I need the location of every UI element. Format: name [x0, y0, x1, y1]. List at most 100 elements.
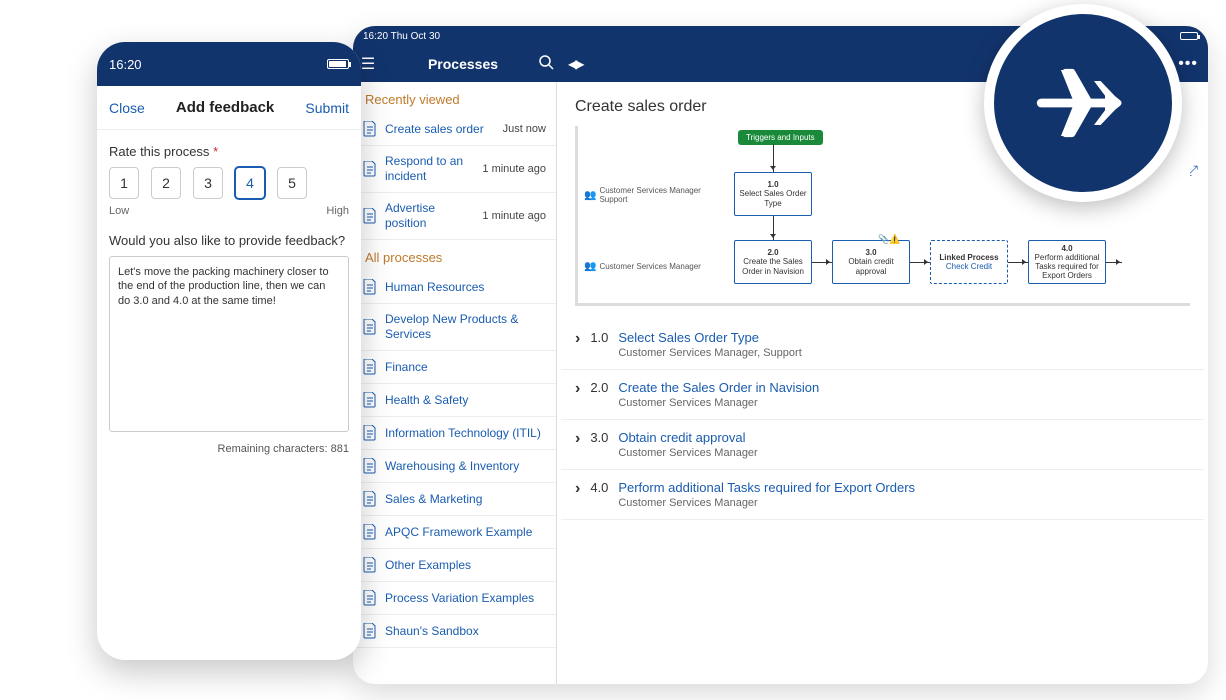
phone-device: 16:20 Close Add feedback Submit Rate thi…	[97, 42, 361, 660]
process-item-label: Develop New Products & Services	[385, 312, 546, 342]
chevron-right-icon: ›	[575, 430, 580, 448]
activity-number: 3.0	[590, 430, 618, 445]
phone-status-bar: 16:20	[97, 42, 361, 86]
airplane-icon	[1028, 48, 1138, 158]
recent-item-label: Respond to an incident	[385, 154, 476, 184]
section-recently-viewed: Recently viewed	[353, 82, 556, 113]
diagram-step[interactable]: 2.0 Create the Sales Order in Navision	[734, 240, 812, 284]
feedback-label: Would you also like to provide feedback?	[109, 233, 349, 248]
process-item[interactable]: Other Examples	[353, 549, 556, 582]
close-button[interactable]: Close	[109, 100, 145, 116]
legend-low: Low	[109, 205, 129, 217]
activity-list: ›1.0Select Sales Order TypeCustomer Serv…	[561, 320, 1204, 520]
activity-number: 2.0	[590, 380, 618, 395]
phone-status-time: 16:20	[109, 57, 142, 72]
rate-label: Rate this process *	[109, 144, 349, 159]
activity-row[interactable]: ›1.0Select Sales Order TypeCustomer Serv…	[561, 320, 1204, 370]
recent-item[interactable]: Respond to an incident1 minute ago	[353, 146, 556, 193]
airplane-mode-badge	[984, 4, 1182, 202]
legend-high: High	[326, 205, 349, 217]
process-item-label: Warehousing & Inventory	[385, 459, 519, 474]
diagram-step[interactable]: 3.0 Obtain credit approval	[832, 240, 910, 284]
split-view-icon[interactable]: ◀▶	[568, 57, 582, 71]
activity-name: Obtain credit approval	[618, 430, 757, 445]
recent-item-time: 1 minute ago	[476, 163, 546, 175]
activity-name: Perform additional Tasks required for Ex…	[618, 480, 915, 495]
trigger-box[interactable]: Triggers and Inputs	[738, 130, 823, 145]
recent-item-time: 1 minute ago	[476, 210, 546, 222]
people-icon: 👥	[584, 261, 596, 272]
process-item[interactable]: Finance	[353, 351, 556, 384]
recent-item[interactable]: Advertise position1 minute ago	[353, 193, 556, 240]
feedback-textarea[interactable]	[109, 256, 349, 432]
tablet-status-time: 16:20 Thu Oct 30	[363, 31, 440, 42]
process-item-label: Human Resources	[385, 280, 484, 295]
rating-buttons: 12345	[109, 167, 349, 199]
feedback-form: Rate this process * 12345 Low High Would…	[97, 130, 361, 469]
submit-button[interactable]: Submit	[305, 100, 349, 116]
activity-role: Customer Services Manager, Support	[618, 347, 801, 359]
remaining-chars: Remaining characters: 881	[109, 443, 349, 455]
process-item[interactable]: Warehousing & Inventory	[353, 450, 556, 483]
activity-row[interactable]: ›2.0Create the Sales Order in NavisionCu…	[561, 370, 1204, 420]
activity-name: Select Sales Order Type	[618, 330, 801, 345]
process-list-panel: Recently viewed Create sales order Just n…	[353, 82, 557, 684]
process-item[interactable]: Human Resources	[353, 271, 556, 304]
process-item-label: Sales & Marketing	[385, 492, 482, 507]
rating-button-4[interactable]: 4	[235, 167, 265, 199]
activity-role: Customer Services Manager	[618, 497, 915, 509]
recent-item-label: Advertise position	[385, 201, 476, 231]
process-item-label: Finance	[385, 360, 428, 375]
activity-role: Customer Services Manager	[618, 397, 819, 409]
activity-row[interactable]: › 4.0Perform additional Tasks required fo…	[561, 470, 1204, 520]
rating-legend: Low High	[109, 205, 349, 217]
process-item[interactable]: Shaun's Sandbox	[353, 615, 556, 648]
people-icon: 👥	[584, 190, 596, 201]
process-item[interactable]: Develop New Products & Services	[353, 304, 556, 351]
chevron-right-icon: ›	[575, 380, 580, 398]
diagram-arrow	[812, 262, 832, 263]
rating-button-1[interactable]: 1	[109, 167, 139, 199]
swimlane-label-2: 👥 Customer Services Manager	[584, 261, 701, 272]
process-item[interactable]: Health & Safety	[353, 384, 556, 417]
chevron-right-icon: ›	[575, 480, 580, 498]
process-item-label: APQC Framework Example	[385, 525, 532, 540]
process-item[interactable]: Process Variation Examples	[353, 582, 556, 615]
diagram-arrow	[1008, 262, 1028, 263]
recent-item-label: Create sales order	[385, 122, 484, 137]
rating-button-2[interactable]: 2	[151, 167, 181, 199]
swimlane-label-1: 👥 Customer Services Manager Support	[584, 186, 701, 204]
process-item-label: Information Technology (ITIL)	[385, 426, 541, 441]
modal-title: Add feedback	[145, 99, 306, 116]
diagram-step-linked[interactable]: Linked Process Check Credit	[930, 240, 1008, 284]
phone-header: Close Add feedback Submit	[97, 86, 361, 130]
process-item[interactable]: Sales & Marketing	[353, 483, 556, 516]
search-icon[interactable]	[538, 54, 554, 75]
battery-icon	[327, 59, 349, 69]
recent-item[interactable]: Create sales order Just now	[353, 113, 556, 146]
process-item-label: Health & Safety	[385, 393, 468, 408]
activity-number: 4.0	[590, 480, 618, 495]
recent-item-time: Just now	[497, 123, 546, 135]
diagram-arrow	[1106, 262, 1122, 263]
activity-row[interactable]: › 3.0Obtain credit approval Customer Servi…	[561, 420, 1204, 470]
process-item[interactable]: Information Technology (ITIL)	[353, 417, 556, 450]
diagram-step[interactable]: 4.0 Perform additional Tasks required fo…	[1028, 240, 1106, 284]
battery-icon	[1180, 32, 1198, 40]
tablet-header-title: Processes	[393, 56, 533, 72]
warning-icon: 📎⚠️	[878, 234, 900, 245]
diagram-arrow	[773, 144, 774, 172]
rating-button-3[interactable]: 3	[193, 167, 223, 199]
rating-button-5[interactable]: 5	[277, 167, 307, 199]
process-item-label: Shaun's Sandbox	[385, 624, 479, 639]
chevron-right-icon: ›	[575, 330, 580, 348]
section-all-processes: All processes	[353, 240, 556, 271]
diagram-arrow	[910, 262, 930, 263]
diagram-arrow	[773, 216, 774, 240]
activity-role: Customer Services Manager	[618, 447, 757, 459]
process-item-label: Other Examples	[385, 558, 471, 573]
process-item[interactable]: APQC Framework Example	[353, 516, 556, 549]
diagram-step[interactable]: 1.0 Select Sales Order Type	[734, 172, 812, 216]
more-icon[interactable]: •••	[1178, 55, 1198, 73]
process-item-label: Process Variation Examples	[385, 591, 534, 606]
